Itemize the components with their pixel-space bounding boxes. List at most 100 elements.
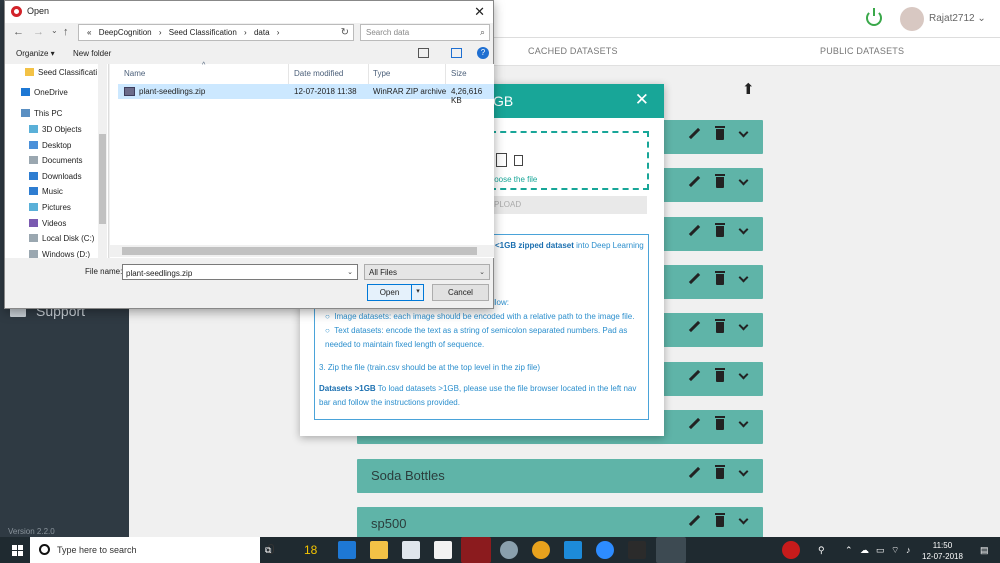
antivirus-icon[interactable]	[782, 541, 800, 559]
column-header-size[interactable]: Size	[451, 69, 467, 78]
trash-icon[interactable]	[715, 512, 725, 527]
column-header-type[interactable]: Type	[373, 69, 390, 78]
nav-item[interactable]: Downloads	[29, 172, 82, 181]
notifications-icon[interactable]: ▤	[980, 545, 989, 556]
column-divider[interactable]	[445, 64, 446, 84]
edit-icon[interactable]	[688, 225, 700, 237]
power-icon[interactable]	[866, 8, 882, 26]
chevron-down-icon[interactable]	[738, 127, 749, 137]
wifi-icon[interactable]: ⌔	[891, 545, 899, 556]
chrome-icon[interactable]	[532, 541, 550, 559]
slack-icon[interactable]	[628, 541, 646, 559]
upload-icon[interactable]: ⬆	[742, 80, 755, 98]
close-icon[interactable]: ✕	[474, 4, 485, 20]
file-explorer-icon[interactable]	[370, 541, 388, 559]
recent-dropdown-icon[interactable]: ⌄	[51, 26, 58, 35]
edit-icon[interactable]	[688, 128, 700, 140]
nav-item[interactable]: Seed Classificati	[25, 68, 97, 77]
trash-icon[interactable]	[715, 270, 725, 285]
nav-item[interactable]: Pictures	[29, 203, 71, 212]
chevron-down-icon[interactable]	[738, 320, 749, 330]
nav-item[interactable]: Windows (D:)	[29, 250, 90, 258]
edit-icon[interactable]	[688, 176, 700, 188]
column-divider[interactable]	[368, 64, 369, 84]
breadcrumb-data[interactable]: data	[254, 28, 270, 37]
new-folder-button[interactable]: New folder	[73, 49, 111, 58]
open-options-dropdown[interactable]: ▾	[411, 284, 424, 301]
task-view-icon[interactable]: ⧉	[265, 545, 271, 556]
chevron-down-icon[interactable]	[738, 417, 749, 427]
nav-item[interactable]: OneDrive	[21, 88, 68, 97]
nav-item[interactable]: Documents	[29, 156, 82, 165]
nav-item[interactable]: Desktop	[29, 141, 71, 150]
zoom-icon[interactable]	[596, 541, 614, 559]
refresh-icon[interactable]: ↻	[341, 27, 349, 38]
horizontal-scrollbar[interactable]	[110, 245, 494, 257]
close-icon[interactable]: ✕	[635, 90, 649, 110]
dataset-row[interactable]: sp500	[357, 507, 763, 541]
battery-icon[interactable]: ▭	[876, 545, 885, 556]
chevron-down-icon[interactable]	[738, 175, 749, 185]
taskbar-search[interactable]: Type here to search	[30, 537, 274, 563]
breadcrumb-deepcognition[interactable]: DeepCognition	[99, 28, 152, 37]
edit-icon[interactable]	[688, 467, 700, 479]
edit-icon[interactable]	[688, 418, 700, 430]
trash-icon[interactable]	[715, 367, 725, 382]
help-icon[interactable]: ?	[477, 47, 489, 59]
store-icon[interactable]	[402, 541, 420, 559]
chevron-down-icon[interactable]	[738, 514, 749, 524]
address-bar[interactable]: « DeepCognition › Seed Classification › …	[78, 24, 354, 41]
file-row[interactable]: plant-seedlings.zip 12-07-2018 11:38 Win…	[118, 84, 494, 105]
search-box[interactable]: Search data ⌕	[360, 24, 490, 41]
trash-icon[interactable]	[715, 318, 725, 333]
clock[interactable]: 11:50 12-07-2018	[922, 540, 963, 562]
organize-button[interactable]: Organize ▾	[16, 49, 55, 58]
column-divider[interactable]	[288, 64, 289, 84]
trash-icon[interactable]	[715, 125, 725, 140]
nav-item[interactable]: Videos	[29, 219, 66, 228]
user-menu[interactable]: Rajat2712 ⌄	[929, 13, 986, 24]
trash-icon[interactable]	[715, 464, 725, 479]
column-header-name[interactable]: Name	[124, 69, 145, 78]
chevron-down-icon[interactable]: ⌄	[347, 268, 353, 276]
nav-item[interactable]: Music	[29, 187, 63, 196]
trash-icon[interactable]	[715, 173, 725, 188]
cancel-button[interactable]: Cancel	[432, 284, 489, 301]
terminal-icon[interactable]	[656, 537, 686, 563]
chevron-down-icon[interactable]	[738, 224, 749, 234]
chevron-down-icon[interactable]	[738, 369, 749, 379]
opera-taskbar-icon[interactable]	[461, 537, 491, 563]
app-icon[interactable]	[500, 541, 518, 559]
volume-icon[interactable]: ♪	[906, 545, 911, 555]
windows-start-icon[interactable]	[12, 545, 23, 556]
edit-icon[interactable]	[688, 515, 700, 527]
people-icon[interactable]: ⚲	[818, 545, 825, 556]
dataset-row[interactable]: Soda Bottles	[357, 459, 763, 493]
file-type-select[interactable]: All Files ⌄	[364, 264, 490, 280]
upload-button[interactable]: PLOAD	[490, 196, 647, 214]
camera-app-icon[interactable]	[564, 541, 582, 559]
avatar[interactable]	[900, 7, 924, 31]
trash-icon[interactable]	[715, 415, 725, 430]
nav-scrollbar[interactable]	[98, 64, 107, 258]
view-options-icon[interactable]	[418, 48, 429, 58]
preview-pane-icon[interactable]	[451, 48, 462, 58]
nav-item[interactable]: This PC	[21, 109, 62, 118]
chevron-down-icon[interactable]	[738, 272, 749, 282]
breadcrumb-overflow[interactable]: «	[87, 28, 91, 37]
tab-cached-datasets[interactable]: CACHED DATASETS	[528, 46, 618, 56]
column-header-date[interactable]: Date modified	[294, 69, 343, 78]
scrollbar-thumb[interactable]	[122, 247, 477, 255]
onedrive-icon[interactable]: ☁	[860, 545, 869, 556]
file-name-input[interactable]	[123, 266, 343, 281]
app-18-icon[interactable]: 18	[304, 543, 322, 561]
tab-public-datasets[interactable]: PUBLIC DATASETS	[820, 46, 904, 56]
edge-icon[interactable]	[338, 541, 356, 559]
trash-icon[interactable]	[715, 222, 725, 237]
scrollbar-thumb[interactable]	[99, 134, 106, 224]
edit-icon[interactable]	[688, 321, 700, 333]
nav-item[interactable]: Local Disk (C:)	[29, 234, 94, 243]
file-name-field[interactable]: ⌄	[122, 264, 358, 281]
forward-arrow-icon[interactable]: →	[33, 26, 44, 38]
back-arrow-icon[interactable]: ←	[13, 26, 24, 38]
